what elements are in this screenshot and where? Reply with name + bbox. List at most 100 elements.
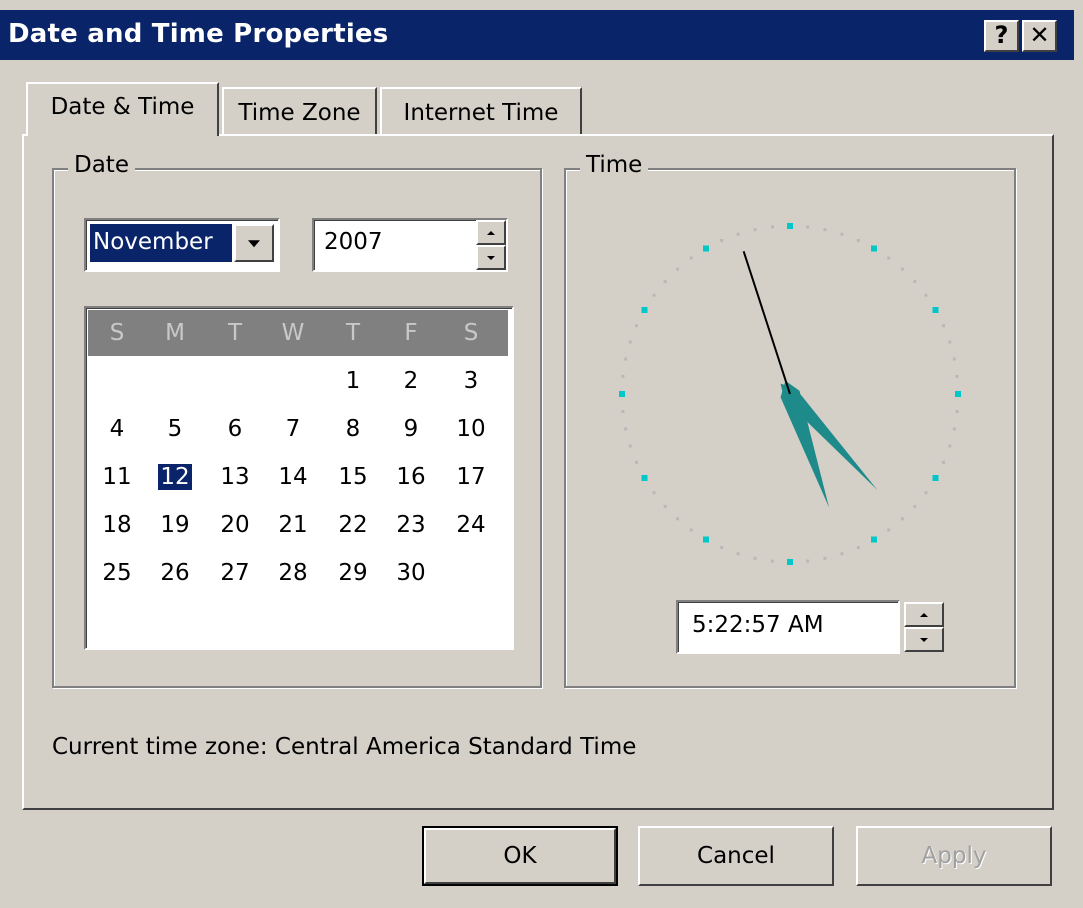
clock-minute-marker: [635, 460, 639, 464]
calendar-day-number: 25: [102, 560, 132, 586]
calendar-day[interactable]: 11: [88, 454, 146, 500]
clock-minute-marker: [753, 556, 757, 560]
tab-date-time[interactable]: Date & Time: [26, 82, 219, 136]
calendar-day[interactable]: 14: [264, 454, 322, 500]
year-up-button[interactable]: [476, 220, 506, 245]
clock-minute-marker: [948, 444, 952, 448]
calendar-day[interactable]: 18: [88, 502, 146, 548]
calendar-day-number: 27: [220, 560, 250, 586]
clock-minute-marker: [628, 340, 632, 344]
month-select-value: November: [90, 224, 232, 262]
cancel-button[interactable]: Cancel: [638, 826, 834, 886]
calendar-day-number: 28: [278, 560, 308, 586]
clock-minute-marker: [806, 559, 810, 563]
tab-internet-time[interactable]: Internet Time: [380, 87, 582, 135]
calendar-day-number: 17: [456, 464, 486, 490]
clock-minute-marker: [770, 225, 774, 229]
clock-minute-marker: [624, 427, 628, 431]
time-field[interactable]: 5:22:57 AM: [676, 600, 900, 654]
calendar-day[interactable]: 17: [442, 454, 500, 500]
clock-minute-marker: [840, 552, 844, 556]
help-button[interactable]: ?: [984, 20, 1019, 52]
clock-minute-marker: [635, 324, 639, 328]
calendar-day[interactable]: 9: [382, 406, 440, 452]
calendar-day[interactable]: 5: [146, 406, 204, 452]
clock-hour-marker: [871, 245, 877, 252]
clock-minute-marker: [924, 491, 928, 495]
calendar-day[interactable]: 26: [146, 550, 204, 596]
clock-minute-marker: [736, 552, 740, 556]
clock-minute-hand: [780, 383, 878, 491]
calendar-day[interactable]: 25: [88, 550, 146, 596]
time-down-button[interactable]: [904, 627, 944, 652]
calendar-day[interactable]: 30: [382, 550, 440, 596]
clock-minute-marker: [913, 504, 917, 508]
calendar-day[interactable]: 13: [206, 454, 264, 500]
calendar-day[interactable]: 24: [442, 502, 500, 548]
clock-minute-marker: [913, 280, 917, 284]
calendar-day[interactable]: 10: [442, 406, 500, 452]
month-dropdown-button[interactable]: [234, 224, 274, 262]
calendar-day[interactable]: 29: [324, 550, 382, 596]
calendar-day-number: 7: [285, 416, 301, 442]
year-spinner[interactable]: 2007: [312, 218, 508, 272]
clock-minute-marker: [840, 232, 844, 236]
current-timezone-label: Current time zone: Central America Stand…: [52, 734, 637, 760]
calendar-day[interactable]: 3: [442, 358, 500, 404]
close-button[interactable]: ✕: [1022, 20, 1057, 52]
calendar-day[interactable]: 15: [324, 454, 382, 500]
time-up-button[interactable]: [904, 602, 944, 627]
calendar-day[interactable]: 16: [382, 454, 440, 500]
date-group-label: Date: [68, 152, 135, 178]
calendar-day-number: 2: [403, 368, 419, 394]
calendar-day[interactable]: 7: [264, 406, 322, 452]
clock-minute-marker: [924, 293, 928, 297]
calendar-day: [146, 358, 204, 404]
tab-time-zone[interactable]: Time Zone: [222, 87, 377, 135]
month-select[interactable]: November: [84, 218, 280, 272]
clock-minute-marker: [941, 324, 945, 328]
clock-minute-marker: [900, 517, 904, 521]
calendar-grid[interactable]: S M T W T F S 1 2 3 4 5 6 7 8 9 10 11 12 13 14 15 16 17 1…: [84, 306, 514, 650]
calendar-day[interactable]: 8: [324, 406, 382, 452]
calendar-day[interactable]: 23: [382, 502, 440, 548]
clock-second-hand: [742, 251, 791, 395]
calendar-day[interactable]: 12: [146, 454, 204, 500]
calendar-day[interactable]: 22: [324, 502, 382, 548]
calendar-day-number: 1: [345, 368, 361, 394]
calendar-day-number: 9: [403, 416, 419, 442]
arrow-down-icon: [920, 637, 928, 642]
calendar-day-number: 11: [102, 464, 132, 490]
calendar-day: [264, 358, 322, 404]
calendar-day-number: 18: [102, 512, 132, 538]
clock-minute-marker: [624, 357, 628, 361]
calendar-day[interactable]: 27: [206, 550, 264, 596]
calendar-day[interactable]: 2: [382, 358, 440, 404]
clock-minute-marker: [753, 228, 757, 232]
calendar-day-number: 14: [278, 464, 308, 490]
calendar-day[interactable]: 28: [264, 550, 322, 596]
clock-minute-marker: [720, 239, 724, 243]
calendar-day[interactable]: 1: [324, 358, 382, 404]
clock-minute-marker: [720, 545, 724, 549]
year-down-button[interactable]: [476, 245, 506, 270]
calendar-day-number: 3: [463, 368, 479, 394]
weekday-label: W: [281, 320, 305, 346]
apply-button[interactable]: Apply: [856, 826, 1052, 886]
calendar-day[interactable]: 6: [206, 406, 264, 452]
calendar-day[interactable]: 4: [88, 406, 146, 452]
calendar-day: [442, 550, 500, 596]
clock-minute-marker: [689, 256, 693, 260]
calendar-day-number: 6: [227, 416, 243, 442]
ok-button[interactable]: OK: [422, 826, 618, 886]
calendar-day[interactable]: 19: [146, 502, 204, 548]
calendar-day[interactable]: 20: [206, 502, 264, 548]
calendar-day[interactable]: 21: [264, 502, 322, 548]
calendar-day-number: 16: [396, 464, 426, 490]
window-title: Date and Time Properties: [8, 19, 389, 49]
calendar-day-number: 10: [456, 416, 486, 442]
clock-hour-marker: [932, 475, 939, 481]
clock-minute-marker: [689, 528, 693, 532]
chevron-down-icon: [248, 240, 260, 248]
clock-minute-marker: [900, 267, 904, 271]
